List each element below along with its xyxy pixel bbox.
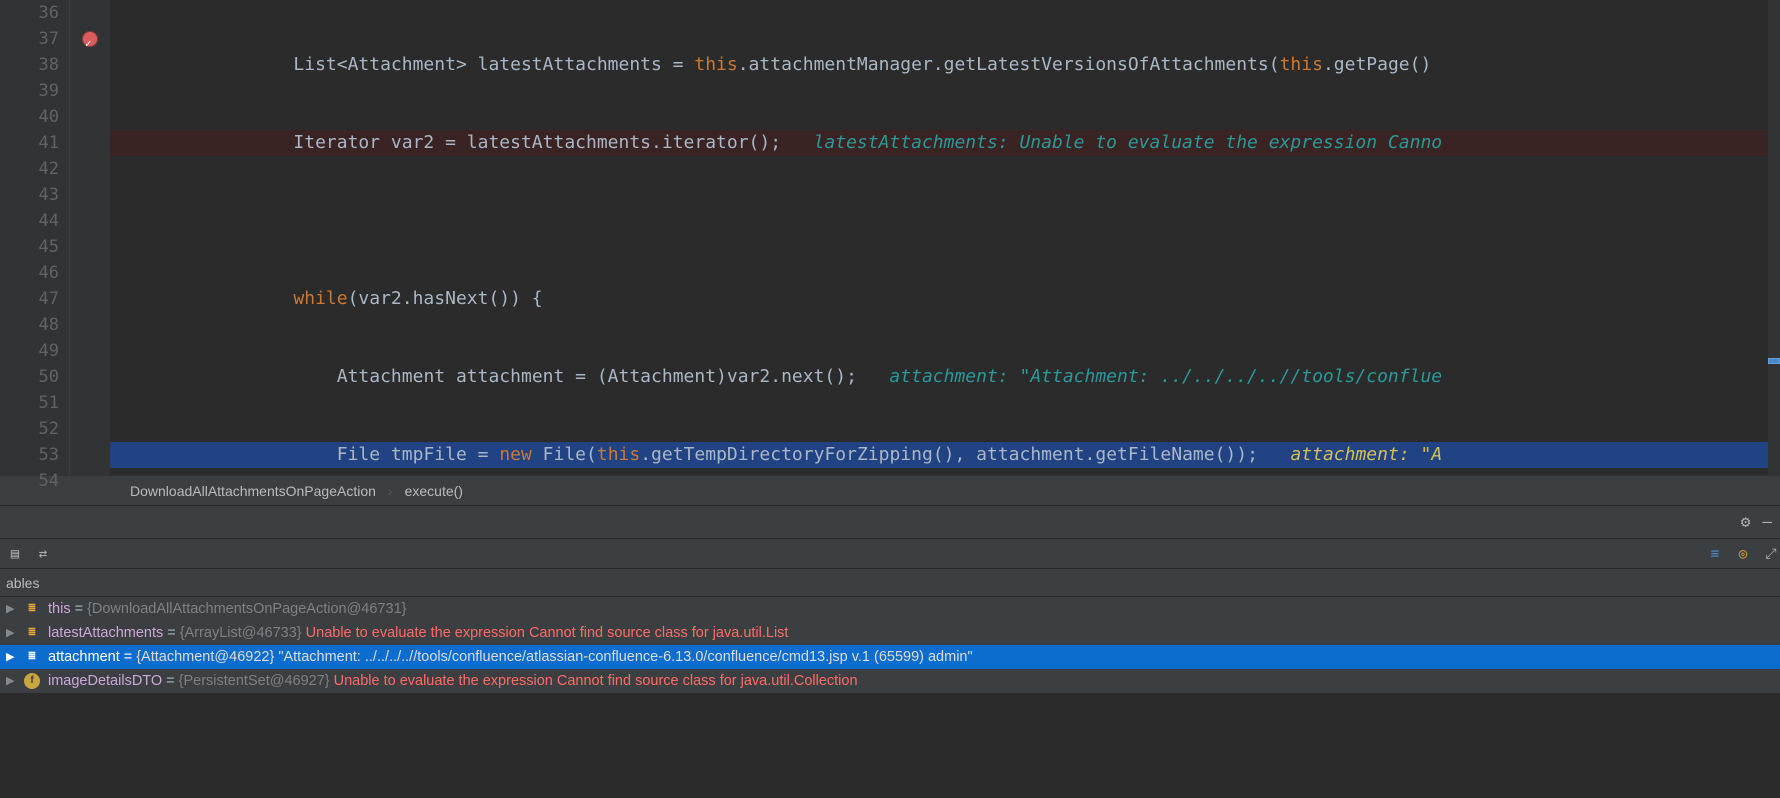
code-line [110,208,1780,234]
field-icon: f [24,673,40,689]
breakpoint-gutter[interactable] [70,0,110,475]
code-line: Attachment attachment = (Attachment)var2… [110,364,1780,390]
inline-eval: latestAttachments: Unable to evaluate th… [781,132,1442,153]
line-number[interactable]: 49 [0,338,59,364]
code-line-breakpoint: Iterator var2 = latestAttachments.iterat… [110,130,1780,156]
line-number[interactable]: 53 [0,442,59,468]
line-number[interactable]: 38 [0,52,59,78]
variables-panel[interactable]: ▶ ≣ this = {DownloadAllAttachmentsOnPage… [0,597,1780,693]
variable-row[interactable]: ▶ ≣ this = {DownloadAllAttachmentsOnPage… [0,597,1780,621]
line-number[interactable]: 39 [0,78,59,104]
frames-icon[interactable]: ▤ [6,545,24,563]
breadcrumb[interactable]: DownloadAllAttachmentsOnPageAction › exe… [0,475,1780,505]
line-number[interactable]: 40 [0,104,59,130]
breadcrumb-method[interactable]: execute() [405,478,463,504]
debug-toolbar: ⚙ — [0,505,1780,539]
line-number[interactable]: 36 [0,0,59,26]
line-number[interactable]: 52 [0,416,59,442]
line-number[interactable]: 45 [0,234,59,260]
variable-row-selected[interactable]: ▶ ≣ attachment = {Attachment@46922} "Att… [0,645,1780,669]
line-number[interactable]: 37 [0,26,59,52]
breakpoint-icon[interactable] [82,31,98,47]
minimize-icon[interactable]: — [1762,509,1772,535]
code-line-execution-point: File tmpFile = new File(this.getTempDire… [110,442,1780,468]
execution-marker-icon[interactable] [1768,358,1780,364]
variable-row[interactable]: ▶ ≣ latestAttachments = {ArrayList@46733… [0,621,1780,645]
target-icon[interactable]: ◎ [1734,545,1752,563]
object-icon: ≣ [24,649,40,665]
line-number[interactable]: 44 [0,208,59,234]
expand-triangle-icon[interactable]: ▶ [6,668,20,694]
code-editor[interactable]: 36 37 38 39 40 41 42 43 44 45 46 47 48 4… [0,0,1780,475]
inline-eval: attachment: "A [1258,444,1442,465]
line-number-gutter[interactable]: 36 37 38 39 40 41 42 43 44 45 46 47 48 4… [0,0,70,475]
code-content[interactable]: List<Attachment> latestAttachments = thi… [110,0,1780,475]
threads-icon[interactable]: ⇄ [34,545,52,563]
line-number[interactable]: 51 [0,390,59,416]
line-number[interactable]: 43 [0,182,59,208]
debug-frames-toolbar: ▤ ⇄ ≡ ◎ ⤢ [0,539,1780,569]
line-number[interactable]: 42 [0,156,59,182]
expand-icon[interactable]: ⤢ [1762,545,1780,563]
line-number[interactable]: 54 [0,468,59,494]
line-number[interactable]: 50 [0,364,59,390]
object-icon: ≣ [24,601,40,617]
expand-triangle-icon[interactable]: ▶ [6,596,20,622]
code-line: while(var2.hasNext()) { [110,286,1780,312]
variable-row[interactable]: ▶ f imageDetailsDTO = {PersistentSet@469… [0,669,1780,693]
expand-triangle-icon[interactable]: ▶ [6,620,20,646]
line-number[interactable]: 41 [0,130,59,156]
filter-icon[interactable]: ≡ [1706,545,1724,563]
line-number[interactable]: 48 [0,312,59,338]
scroll-marker-strip[interactable] [1768,0,1780,475]
chevron-right-icon: › [388,478,393,504]
object-icon: ≣ [24,625,40,641]
line-number[interactable]: 47 [0,286,59,312]
expand-triangle-icon[interactable]: ▶ [6,644,20,670]
gear-icon[interactable]: ⚙ [1741,509,1751,535]
code-line: List<Attachment> latestAttachments = thi… [110,52,1780,78]
inline-eval: attachment: "Attachment: ../../../..//to… [857,366,1442,387]
line-number[interactable]: 46 [0,260,59,286]
breadcrumb-class[interactable]: DownloadAllAttachmentsOnPageAction [130,478,376,504]
variables-tab[interactable]: ables [0,569,1780,597]
